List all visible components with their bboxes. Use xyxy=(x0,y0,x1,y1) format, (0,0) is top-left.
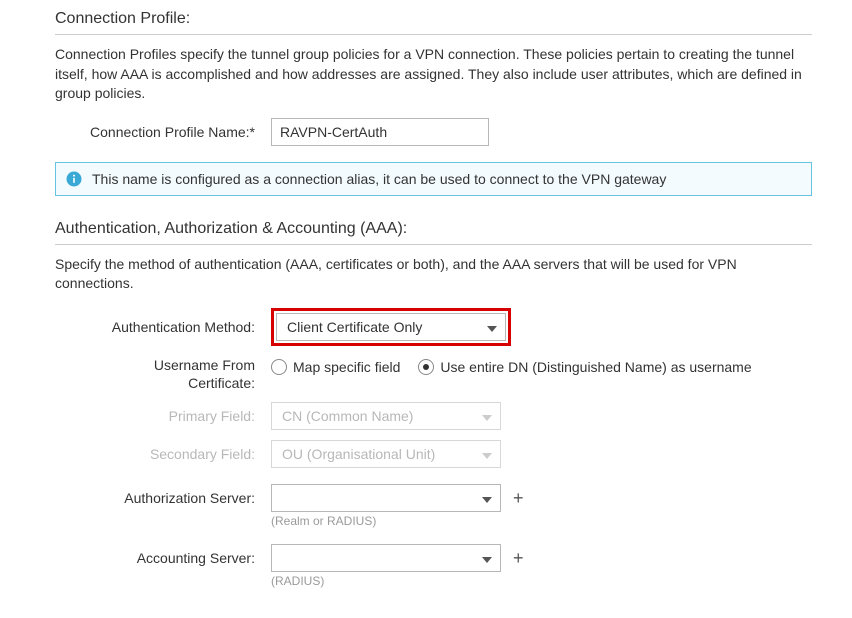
primary-field-select: CN (Common Name) xyxy=(271,402,501,430)
authentication-method-highlight: Client Certificate Only xyxy=(271,308,511,346)
authentication-method-value: Client Certificate Only xyxy=(287,319,422,335)
secondary-field-value: OU (Organisational Unit) xyxy=(282,446,435,462)
connection-profile-heading: Connection Profile: xyxy=(55,10,812,28)
accounting-server-hint: (RADIUS) xyxy=(271,574,324,588)
authorization-server-hint: (Realm or RADIUS) xyxy=(271,514,376,528)
radio-use-entire-dn[interactable]: Use entire DN (Distinguished Name) as us… xyxy=(418,359,751,375)
radio-icon xyxy=(271,359,287,375)
connection-profile-name-input[interactable] xyxy=(271,118,489,146)
authentication-method-select[interactable]: Client Certificate Only xyxy=(276,313,506,341)
separator xyxy=(55,34,812,35)
radio-map-specific-field-label: Map specific field xyxy=(293,359,400,375)
primary-field-label: Primary Field: xyxy=(55,408,271,424)
radio-map-specific-field[interactable]: Map specific field xyxy=(271,359,400,375)
accounting-server-label: Accounting Server: xyxy=(55,544,271,566)
secondary-field-select: OU (Organisational Unit) xyxy=(271,440,501,468)
aaa-description: Specify the method of authentication (AA… xyxy=(55,255,812,294)
authorization-server-select[interactable] xyxy=(271,484,501,512)
caret-down-icon xyxy=(482,408,492,424)
connection-profile-description: Connection Profiles specify the tunnel g… xyxy=(55,45,812,104)
separator xyxy=(55,244,812,245)
connection-profile-name-label: Connection Profile Name:* xyxy=(55,124,271,140)
info-banner: This name is configured as a connection … xyxy=(55,162,812,196)
info-icon xyxy=(66,171,82,187)
username-from-certificate-label: Username From Certificate: xyxy=(55,356,271,392)
caret-down-icon xyxy=(487,319,497,335)
authentication-method-label: Authentication Method: xyxy=(55,319,271,335)
caret-down-icon xyxy=(482,446,492,462)
caret-down-icon xyxy=(482,550,492,566)
add-authorization-server-button[interactable]: + xyxy=(513,489,524,507)
info-banner-text: This name is configured as a connection … xyxy=(92,171,666,187)
add-accounting-server-button[interactable]: + xyxy=(513,549,524,567)
authorization-server-label: Authorization Server: xyxy=(55,484,271,506)
aaa-heading: Authentication, Authorization & Accounti… xyxy=(55,220,812,238)
caret-down-icon xyxy=(482,490,492,506)
radio-use-entire-dn-label: Use entire DN (Distinguished Name) as us… xyxy=(440,359,751,375)
secondary-field-label: Secondary Field: xyxy=(55,446,271,462)
radio-icon xyxy=(418,359,434,375)
primary-field-value: CN (Common Name) xyxy=(282,408,413,424)
accounting-server-select[interactable] xyxy=(271,544,501,572)
